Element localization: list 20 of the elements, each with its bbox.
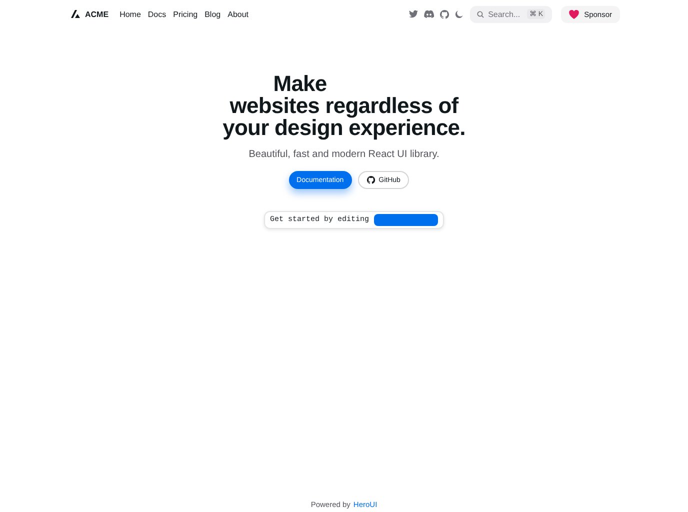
nav-link[interactable]: Home	[120, 10, 141, 18]
brand-name[interactable]: ACME	[85, 10, 109, 18]
logo-icon	[71, 10, 80, 18]
hero-title-line: websites regardless of	[230, 95, 458, 117]
github-icon[interactable]	[440, 10, 450, 18]
heart-icon	[569, 10, 580, 18]
twitter-bird-icon[interactable]	[409, 10, 418, 18]
moon-icon[interactable]	[455, 10, 464, 18]
hero-title-line: Make	[273, 73, 327, 95]
hero-subtitle: Beautiful, fast and modern React UI library.	[248, 149, 440, 160]
code-highlight	[374, 214, 438, 226]
search-icon	[477, 10, 484, 18]
github-icon	[366, 176, 375, 184]
nav-link[interactable]: Pricing	[173, 10, 198, 18]
hero-title-line: your design experience.	[222, 117, 466, 139]
nav-link[interactable]: Blog	[204, 10, 221, 18]
discord-icon[interactable]	[424, 10, 434, 18]
nav-link[interactable]: About	[228, 10, 249, 18]
search-placeholder: Search...	[488, 10, 522, 18]
nav-link[interactable]: Docs	[148, 10, 166, 18]
